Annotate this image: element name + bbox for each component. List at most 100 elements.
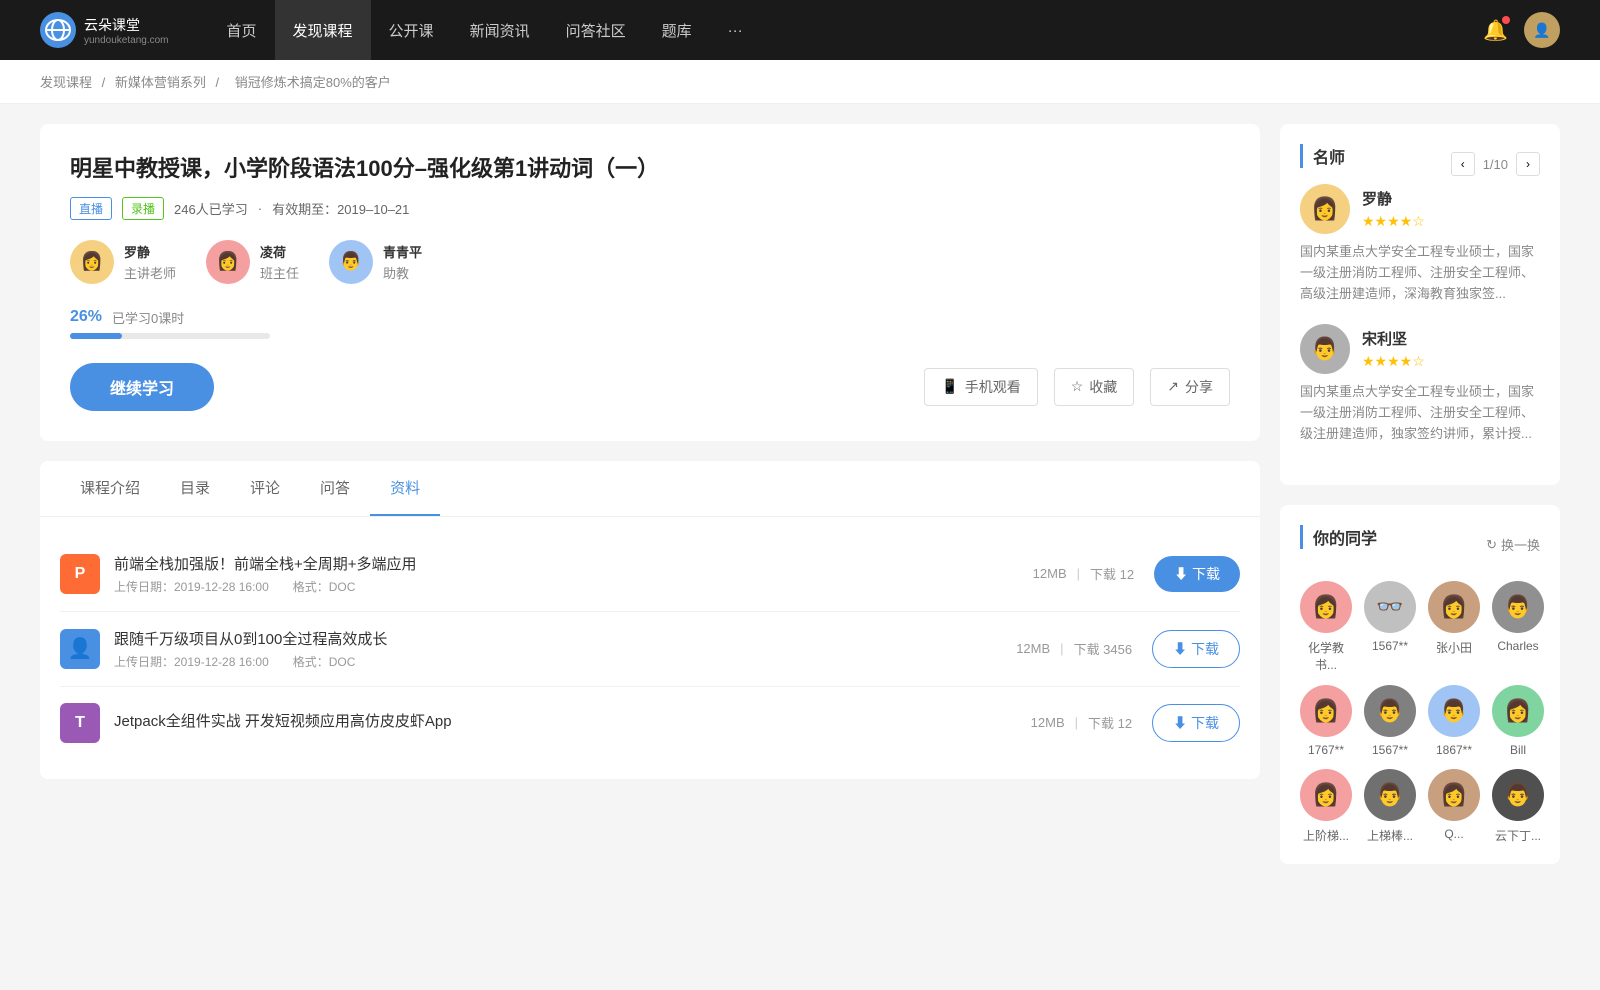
teachers-next-button[interactable]: › <box>1516 152 1540 176</box>
nav-public[interactable]: 公开课 <box>371 0 452 60</box>
download-button[interactable]: ⬇ 下载 <box>1152 630 1240 668</box>
teacher-item: 👩 凌荷 班主任 <box>206 240 299 284</box>
classmate-name: Q... <box>1444 827 1463 841</box>
tab-qa[interactable]: 问答 <box>300 461 370 516</box>
breadcrumb: 发现课程 / 新媒体营销系列 / 销冠修炼术搞定80%的客户 <box>0 60 1600 104</box>
nav-bank[interactable]: 题库 <box>644 0 710 60</box>
refresh-icon: ↻ <box>1486 537 1497 553</box>
breadcrumb-current: 销冠修炼术搞定80%的客户 <box>235 75 391 90</box>
course-students: 246人已学习 <box>174 199 248 218</box>
classmate-avatar: 👩 <box>1428 769 1480 821</box>
teacher-item: 👩 罗静 主讲老师 <box>70 240 176 284</box>
classmate-item: 👓 1567** <box>1364 581 1416 673</box>
teachers-prev-button[interactable]: ‹ <box>1451 152 1475 176</box>
classmates-header: 你的同学 ↻ 换一换 <box>1300 525 1540 565</box>
classmate-name-bill: Bill <box>1510 743 1526 757</box>
user-avatar[interactable]: 👤 <box>1524 12 1560 48</box>
classmate-name: 1767** <box>1308 743 1344 757</box>
classmate-item: 👨 云下丁... <box>1492 769 1544 844</box>
teachers: 👩 罗静 主讲老师 👩 凌荷 班主任 👨 青青平 <box>70 240 1230 284</box>
classmate-avatar: 👨 <box>1364 685 1416 737</box>
share-button[interactable]: ↗ 分享 <box>1150 368 1230 406</box>
watch-mobile-button[interactable]: 📱 手机观看 <box>924 368 1037 406</box>
teacher-avatar-qingqingping: 👨 <box>329 240 373 284</box>
classmate-name: 1567** <box>1372 639 1408 653</box>
file-stats: 12MB | 下载 3456 <box>1016 639 1132 658</box>
classmate-avatar: 👓 <box>1364 581 1416 633</box>
classmate-avatar: 👩 <box>1428 581 1480 633</box>
file-meta: 上传日期：2019-12-28 16:00 格式：DOC <box>114 653 1016 670</box>
teacher-stars-songlijian: ★★★★☆ <box>1362 353 1425 370</box>
tabs-header: 课程介绍 目录 评论 问答 资料 <box>40 461 1260 517</box>
tag-live: 直播 <box>70 197 112 220</box>
classmate-item: 👩 张小田 <box>1428 581 1480 673</box>
classmate-name: 上阶梯... <box>1303 827 1349 844</box>
file-icon-t: T <box>60 703 100 743</box>
nav-news[interactable]: 新闻资讯 <box>452 0 548 60</box>
teacher-role-linghe: 班主任 <box>260 263 299 282</box>
classmate-item: 👩 Bill <box>1492 685 1544 757</box>
bell-icon[interactable]: 🔔 <box>1483 18 1508 43</box>
tag-record: 录播 <box>122 197 164 220</box>
file-meta: 上传日期：2019-12-28 16:00 格式：DOC <box>114 578 1033 595</box>
sidebar: 名师 ‹ 1/10 › 👩 罗静 ★★★★☆ 国内某重点大学安全工程专业硕士，国… <box>1280 124 1560 884</box>
teacher-avatar-luojing: 👩 <box>70 240 114 284</box>
file-name: Jetpack全组件实战 开发短视频应用高仿皮皮虾App <box>114 710 1031 731</box>
notification-dot <box>1502 16 1510 24</box>
nav-qa[interactable]: 问答社区 <box>548 0 644 60</box>
tab-materials[interactable]: 资料 <box>370 461 440 516</box>
classmate-name: 1567** <box>1372 743 1408 757</box>
progress-section: 26% 已学习0课时 <box>70 308 1230 339</box>
classmate-name: 张小田 <box>1436 639 1472 656</box>
classmates-grid: 👩 化学教书... 👓 1567** 👩 张小田 👨 Charles <box>1300 581 1540 844</box>
teacher-role-luojing: 主讲老师 <box>124 263 176 282</box>
logo[interactable]: 云朵课堂 yundouketang.com <box>40 12 169 48</box>
file-info: 跟随千万级项目从0到100全过程高效成长 上传日期：2019-12-28 16:… <box>114 628 1016 670</box>
tab-intro[interactable]: 课程介绍 <box>60 461 160 516</box>
nav-more[interactable]: ··· <box>710 0 761 60</box>
progress-bar-bg <box>70 333 270 339</box>
collect-button[interactable]: ☆ 收藏 <box>1054 368 1135 406</box>
nav-discover[interactable]: 发现课程 <box>275 0 371 60</box>
mobile-icon: 📱 <box>941 378 958 395</box>
tab-reviews[interactable]: 评论 <box>230 461 300 516</box>
action-buttons: 📱 手机观看 ☆ 收藏 ↗ 分享 <box>924 368 1230 406</box>
classmate-avatar: 👨 <box>1364 769 1416 821</box>
file-name: 跟随千万级项目从0到100全过程高效成长 <box>114 628 1016 649</box>
nav-home[interactable]: 首页 <box>209 0 275 60</box>
classmates-title: 你的同学 <box>1300 525 1377 549</box>
classmate-item: 👩 上阶梯... <box>1300 769 1352 844</box>
classmate-avatar: 👨 <box>1428 685 1480 737</box>
teacher-sidebar-avatar-luojing: 👩 <box>1300 184 1350 234</box>
continue-button[interactable]: 继续学习 <box>70 363 214 411</box>
classmate-name-charles: Charles <box>1497 639 1538 653</box>
nav-right: 🔔 👤 <box>1483 12 1560 48</box>
content-area: 明星中教授课，小学阶段语法100分–强化级第1讲动词（一） 直播 录播 246人… <box>40 124 1260 884</box>
classmate-avatar: 👩 <box>1300 685 1352 737</box>
file-icon-u: 👤 <box>60 629 100 669</box>
refresh-classmates-button[interactable]: ↻ 换一换 <box>1486 535 1540 554</box>
course-meta: 直播 录播 246人已学习 · 有效期至：2019–10–21 <box>70 197 1230 220</box>
download-button[interactable]: ⬇ 下载 <box>1152 704 1240 742</box>
file-stats: 12MB | 下载 12 <box>1033 564 1134 583</box>
teacher-stars-luojing: ★★★★☆ <box>1362 213 1425 230</box>
breadcrumb-discover[interactable]: 发现课程 <box>40 75 92 90</box>
logo-icon <box>40 12 76 48</box>
course-card: 明星中教授课，小学阶段语法100分–强化级第1讲动词（一） 直播 录播 246人… <box>40 124 1260 441</box>
file-name: 前端全栈加强版！前端全栈+全周期+多端应用 <box>114 553 1033 574</box>
classmate-avatar: 👩 <box>1300 581 1352 633</box>
file-item: T Jetpack全组件实战 开发短视频应用高仿皮皮虾App 12MB | 下载… <box>60 687 1240 759</box>
breadcrumb-series[interactable]: 新媒体营销系列 <box>115 75 206 90</box>
teachers-page: 1/10 <box>1483 157 1508 172</box>
file-info: Jetpack全组件实战 开发短视频应用高仿皮皮虾App <box>114 710 1031 735</box>
classmate-item: 👩 1767** <box>1300 685 1352 757</box>
file-stats: 12MB | 下载 12 <box>1031 713 1132 732</box>
teacher-sidebar-avatar-songlijian: 👨 <box>1300 324 1350 374</box>
tab-catalog[interactable]: 目录 <box>160 461 230 516</box>
file-item: P 前端全栈加强版！前端全栈+全周期+多端应用 上传日期：2019-12-28 … <box>60 537 1240 612</box>
teacher-sidebar-desc-luojing: 国内某重点大学安全工程专业硕士，国家一级注册消防工程师、注册安全工程师、高级注册… <box>1300 242 1540 304</box>
classmate-name: 上梯棒... <box>1367 827 1413 844</box>
classmate-item: 👩 Q... <box>1428 769 1480 844</box>
classmate-name: 云下丁... <box>1495 827 1541 844</box>
download-button[interactable]: ⬇ 下载 <box>1154 556 1240 592</box>
